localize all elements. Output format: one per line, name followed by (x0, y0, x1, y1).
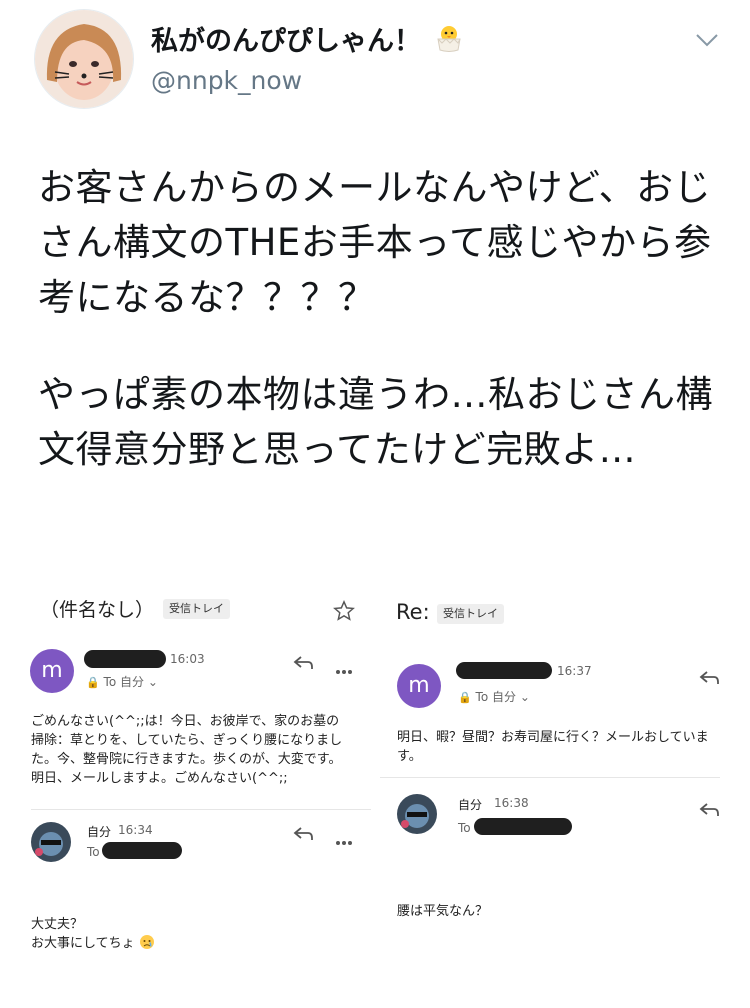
lock-icon: 🔒 (458, 691, 472, 704)
reply-icon[interactable] (698, 802, 720, 822)
recipient-line[interactable]: 🔒 To 自分 ⌄ (86, 673, 158, 690)
more-icon[interactable] (335, 660, 353, 679)
divider (31, 809, 371, 810)
reply-body-line: お大事にしてちょ (31, 934, 155, 953)
more-icon[interactable] (335, 831, 353, 850)
lock-icon: 🔒 (86, 676, 100, 689)
redacted-recipient (102, 842, 182, 859)
display-name-text: 私がのんぴぴしゃん！ (151, 26, 421, 57)
chevron-down-icon: ⌄ (147, 675, 158, 689)
star-icon[interactable] (333, 600, 355, 626)
reply-recipient-label: To (458, 821, 471, 835)
email-body: ごめんなさい(^^;;は！今日、お彼岸で、家のお墓の掃除：草とりを、していたら、… (31, 714, 343, 786)
email-time: 16:37 (557, 664, 592, 678)
email-time: 16:03 (170, 652, 205, 666)
crying-face-icon (139, 935, 155, 951)
reply-time: 16:38 (494, 796, 529, 810)
reply-icon[interactable] (292, 826, 314, 846)
self-avatar (397, 794, 437, 834)
email-subject: （件名なし） (40, 599, 155, 621)
user-handle[interactable]: @nnpk_now (151, 66, 302, 96)
inbox-label-tag: 受信トレイ (163, 599, 230, 619)
tweet-text-paragraph: やっぱ素の本物は違うわ…私おじさん構文得意分野と思ってたけど完敗よ… (38, 373, 713, 471)
hatching-chick-icon (434, 24, 464, 61)
reply-sender: 自分 (458, 798, 483, 812)
chevron-down-icon[interactable] (695, 32, 719, 48)
redacted-recipient (474, 818, 572, 835)
email-body: 明日、暇？昼間？お寿司屋に行く？メールおしています。 (397, 730, 709, 764)
self-avatar (31, 822, 71, 862)
display-name[interactable]: 私がのんぴぴしゃん！ (151, 24, 464, 61)
reply-time: 16:34 (118, 823, 153, 837)
sender-avatar: m (397, 664, 441, 708)
sender-avatar: m (30, 649, 74, 693)
divider (380, 777, 720, 778)
reply-icon[interactable] (292, 655, 314, 675)
recipient-line[interactable]: 🔒 To 自分 ⌄ (458, 688, 530, 705)
email-subject: Re: (396, 600, 430, 624)
reply-sender: 自分 (87, 825, 112, 839)
tweet-text-paragraph: お客さんからのメールなんやけど、おじさん構文のTHEお手本って感じやから参考にな… (38, 166, 712, 319)
reply-body: 腰は平気なん？ (397, 904, 489, 919)
reply-body-line: 大丈夫？ (31, 917, 84, 932)
chevron-down-icon: ⌄ (519, 690, 530, 704)
redacted-sender (456, 662, 552, 679)
inbox-label-tag: 受信トレイ (437, 604, 504, 624)
attached-image[interactable]: （件名なし） 受信トレイ m 16:03 🔒 To 自分 ⌄ ごめんなさい(^^… (0, 562, 750, 1008)
redacted-sender (84, 650, 166, 668)
reply-recipient-label: To (87, 845, 100, 859)
reply-icon[interactable] (698, 670, 720, 690)
profile-avatar[interactable] (34, 9, 134, 109)
